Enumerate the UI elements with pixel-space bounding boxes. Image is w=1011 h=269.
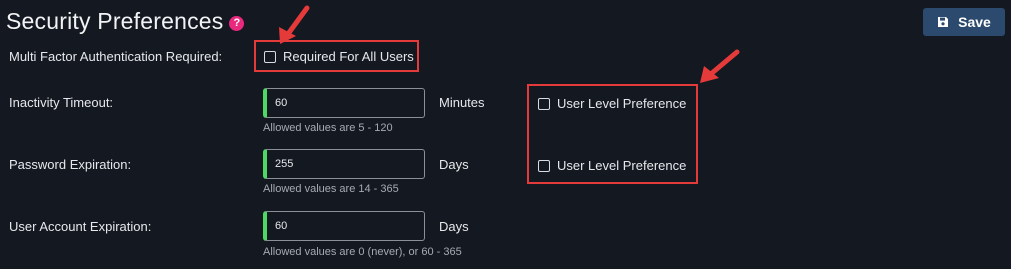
arrow-to-user-pref-icon [700,49,740,83]
arrow-to-mfa-icon [279,5,310,44]
annotation-arrows [279,5,740,83]
